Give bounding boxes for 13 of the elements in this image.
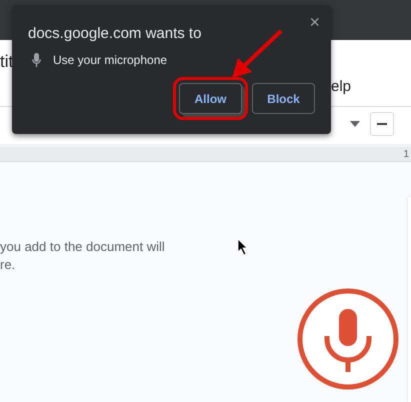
minus-icon <box>377 123 387 125</box>
caret-icon[interactable] <box>350 121 360 127</box>
close-button[interactable]: × <box>306 13 323 31</box>
microphone-icon <box>32 53 41 67</box>
microphone-icon[interactable] <box>297 288 399 390</box>
voice-typing-message: you add to the document will re. <box>0 238 166 274</box>
dialog-title: docs.google.com wants to <box>28 25 202 42</box>
ruler-mark: 1 <box>403 148 409 160</box>
mouse-pointer-icon <box>238 239 248 255</box>
menu-item[interactable]: elp <box>331 78 352 106</box>
permission-text: Use your microphone <box>53 53 168 67</box>
zoom-out-button[interactable] <box>370 112 394 136</box>
block-button[interactable]: Block <box>252 83 315 114</box>
